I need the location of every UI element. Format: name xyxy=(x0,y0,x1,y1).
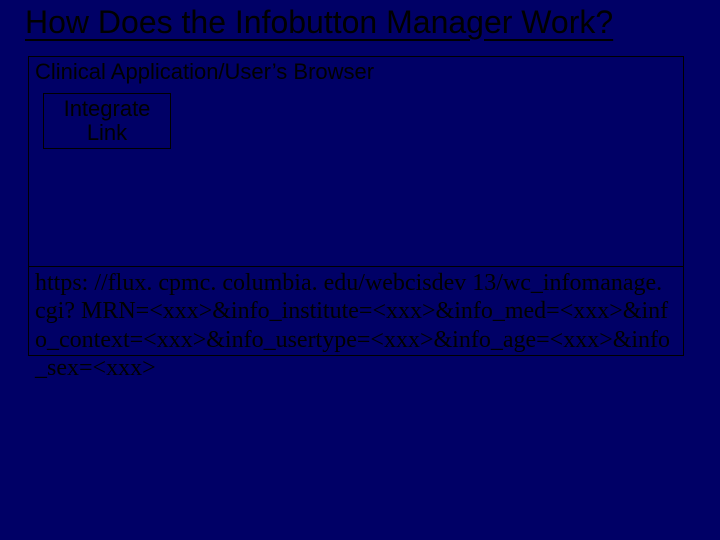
clinical-app-label: Clinical Application/User’s Browser xyxy=(35,59,374,85)
slide-title: How Does the Infobutton Manager Work? xyxy=(25,4,695,41)
clinical-app-box: Clinical Application/User’s Browser Inte… xyxy=(28,56,684,356)
url-text: https: //flux. cpmc. columbia. edu/webci… xyxy=(35,269,677,382)
slide: How Does the Infobutton Manager Work? Cl… xyxy=(0,0,720,540)
integrate-link-box: Integrate Link xyxy=(43,93,171,149)
url-box: https: //flux. cpmc. columbia. edu/webci… xyxy=(29,266,683,355)
integrate-link-label: Integrate Link xyxy=(64,97,151,145)
